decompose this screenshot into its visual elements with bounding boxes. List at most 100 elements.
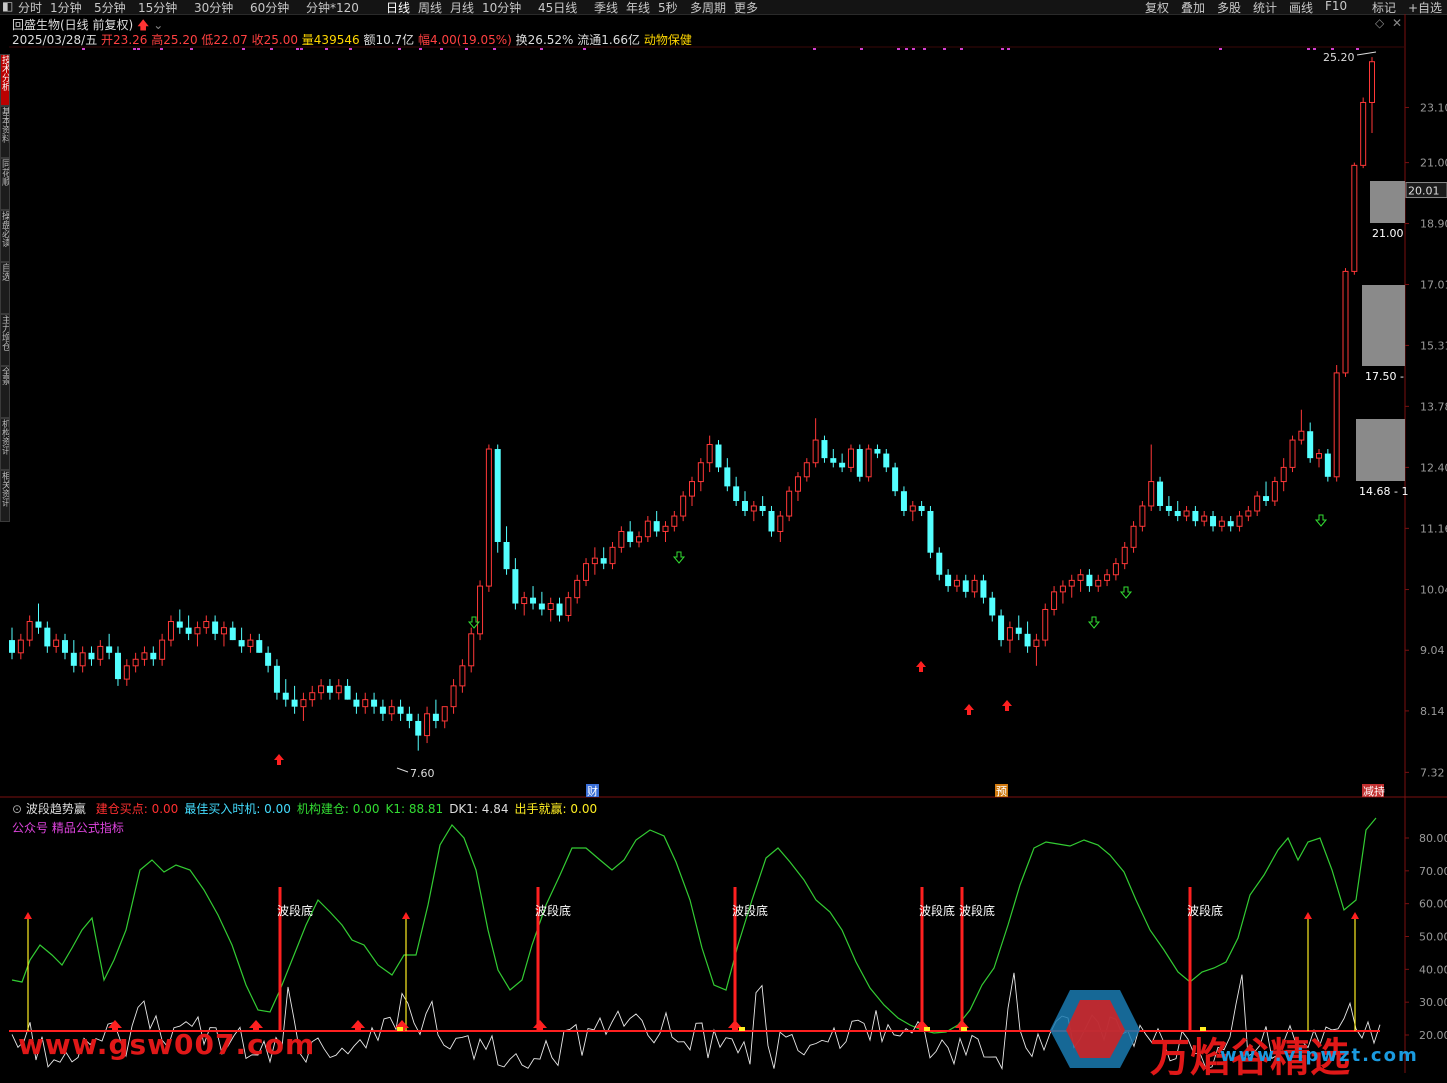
candle-body [1051, 591, 1058, 610]
signal-label: 波段底 [535, 903, 571, 918]
candle-body [1369, 61, 1375, 103]
signal-dot [960, 48, 963, 50]
candle-body [441, 706, 448, 722]
signal-dot [1001, 48, 1004, 50]
ind-tick-label: 20.00 [1419, 1029, 1447, 1042]
quote-high: 高25.20 [151, 33, 198, 47]
candle-body [238, 640, 245, 647]
indicator-value: K1: 88.81 [385, 802, 444, 816]
diamond-icon[interactable]: ◇ [1375, 16, 1384, 30]
candle-body [1271, 481, 1278, 502]
quote-concept[interactable]: 动物保健 [644, 33, 692, 47]
dropdown-icon[interactable]: ⌄ [153, 18, 163, 32]
candle-body [803, 462, 810, 478]
quote-low: 低22.07 [201, 33, 248, 47]
candle-body [132, 658, 139, 667]
candle-body [874, 449, 881, 454]
candle-body [291, 699, 298, 707]
candle-body [114, 652, 121, 680]
y-tick-label: 12.40 [1420, 461, 1447, 474]
y-tick-label: 10.04 [1420, 584, 1447, 597]
signal-dot [897, 48, 900, 50]
k-line [11, 817, 1377, 1034]
candle-body [397, 706, 404, 714]
collapse-icon[interactable]: ⊙ [12, 802, 22, 816]
candle-body [733, 486, 740, 502]
signal-dot [583, 48, 586, 50]
candle-body [459, 665, 466, 687]
candle-body [1183, 510, 1190, 517]
candle-body [521, 597, 528, 605]
candle-body [953, 579, 960, 587]
box-label: 21.00 [1372, 227, 1404, 240]
sell-arrow-icon [1087, 616, 1101, 629]
candle-body [653, 521, 660, 532]
candle-body [918, 505, 925, 511]
candle-body [44, 627, 51, 647]
signal-dot [398, 48, 401, 50]
signal-dot [137, 48, 140, 50]
signal-dot [242, 48, 245, 50]
indicator-value: 出手就赢: 0.00 [514, 802, 598, 816]
candle-body [547, 603, 554, 610]
quote-amount: 额10.7亿 [363, 33, 415, 47]
candle-body [583, 563, 590, 581]
candle-body [220, 627, 227, 635]
indicator-value: 建仓买点: 0.00 [95, 802, 179, 816]
signal-dot [190, 48, 193, 50]
candle-body [1236, 515, 1243, 527]
candle-body [927, 510, 934, 553]
y-tick-label: 18.90 [1420, 218, 1447, 231]
candle-body [1227, 521, 1234, 527]
candle-body [1033, 639, 1040, 647]
candle-body [35, 621, 42, 628]
red-arrow-icon [24, 912, 32, 919]
ind-tick-label: 30.00 [1419, 996, 1447, 1009]
candle-body [750, 505, 757, 512]
candle-body [282, 692, 289, 700]
chip-box [1356, 419, 1405, 481]
candle-body [273, 665, 280, 693]
candle-body [388, 706, 395, 715]
candle-body [167, 621, 174, 641]
candle-body [371, 699, 378, 707]
candle-body [212, 621, 219, 634]
candle-body [194, 627, 201, 635]
indicator-title[interactable]: 波段趋势赢 [26, 802, 86, 816]
candle-body [998, 615, 1005, 641]
candle-body [530, 597, 537, 604]
candle-body [1245, 510, 1252, 517]
candle-body [1006, 627, 1013, 641]
signal-label: 波段底 [919, 903, 955, 918]
candle-body [715, 444, 722, 468]
ind-tick-label: 40.00 [1419, 963, 1447, 976]
signal-dot [1219, 48, 1222, 50]
quote-float: 流通1.66亿 [577, 33, 640, 47]
signal-dot [325, 48, 328, 50]
candle-body [53, 639, 60, 647]
candle-body [1201, 515, 1208, 522]
quote-date: 2025/03/28/五 [12, 33, 98, 47]
candle-body [1263, 496, 1270, 502]
candle-body [61, 640, 68, 653]
ind-tick-label: 60.00 [1419, 898, 1447, 911]
candle-body [1324, 453, 1331, 477]
candle-body [503, 541, 510, 570]
candle-body [415, 720, 422, 736]
candle-body [494, 449, 501, 542]
candle-body [1351, 164, 1358, 272]
watermark-left: www.gsw007.com [18, 1028, 316, 1061]
candle-body [989, 597, 996, 616]
candle-body [839, 462, 846, 468]
candle-body [326, 685, 333, 693]
stock-chart: 23.10 21.00 18.90 17.01 15.31 13.78 12.40 11.16… [0, 14, 1447, 1073]
close-icon[interactable]: ✕ [1392, 16, 1402, 30]
signal-dot [540, 48, 543, 50]
box-label: 14.68 - 1 [1359, 485, 1408, 498]
yellow-marker [739, 1027, 745, 1031]
candle-body [97, 645, 104, 660]
signal-dot [82, 48, 85, 50]
candle-body [856, 449, 863, 477]
candle-body [600, 558, 607, 564]
signal-label: 波段底 [732, 903, 768, 918]
